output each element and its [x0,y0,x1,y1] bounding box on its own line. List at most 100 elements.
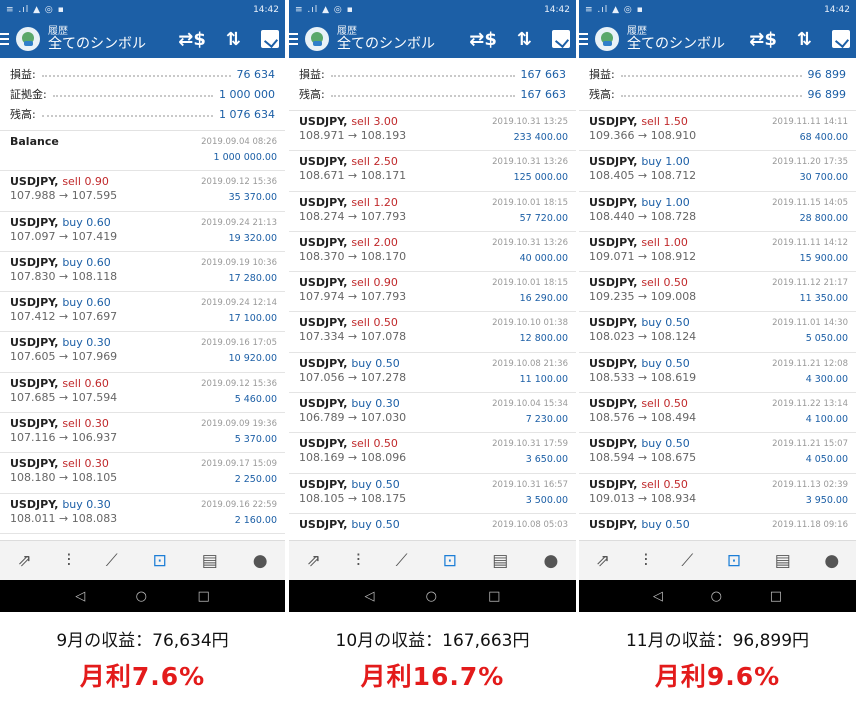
chat-icon[interactable]: ● [544,551,559,571]
calendar-icon[interactable] [552,30,570,48]
trade-row[interactable]: USDJPY, buy 0.60 107.830 → 108.118 2019.09… [0,252,285,293]
side-text: sell [351,155,370,169]
calendar-icon[interactable] [261,30,279,48]
trade-row[interactable]: USDJPY, sell 0.60 107.685 → 107.594 2019.0… [0,373,285,414]
symbol-text: USDJPY, [589,356,638,370]
symbol-text: USDJPY, [10,376,59,390]
trade-row[interactable]: USDJPY, buy 0.60 107.097 → 107.419 2019.09… [0,212,285,252]
history-icon[interactable]: ⊡ [443,551,457,571]
trade-row[interactable]: USDJPY, sell 0.50 109.235 → 109.008 2019.1… [579,272,856,313]
app-subtitle: 履歴 [627,25,647,37]
trade-row[interactable]: USDJPY, buy 1.00 108.440 → 108.728 2019.11… [579,192,856,232]
trade-side: sell 0.50 [641,276,688,289]
side-text: sell [62,376,81,390]
trade-row[interactable]: USDJPY, buy 0.60 107.412 → 107.697 2019.09… [0,292,285,333]
lot-text: 0.50 [663,397,688,411]
quotes-icon[interactable]: ⇗ [307,551,321,571]
calendar-icon[interactable] [832,30,850,48]
side-text: buy [351,397,372,411]
news-icon[interactable]: ▤ [492,551,508,571]
sort-icon[interactable]: ⇅ [517,29,532,50]
chart-icon[interactable]: ⫶ [356,551,360,571]
menu-icon[interactable] [289,33,301,45]
sort-icon[interactable]: ⇅ [797,29,812,50]
menu-icon[interactable] [579,33,591,45]
chat-icon[interactable]: ● [253,551,268,571]
trade-row[interactable]: USDJPY, sell 0.30 107.116 → 106.937 2019.0… [0,413,285,454]
symbol-text: USDJPY, [10,296,59,310]
app-bar: 履歴 全てのシンボル ⇄$ ⇅ [0,20,285,58]
trade-list: USDJPY, sell 0.90 107.988 → 107.595 2019.0… [0,171,285,534]
home-icon[interactable]: ○ [711,589,722,604]
trade-row[interactable]: USDJPY, buy 0.50 108.594 → 108.675 2019.11… [579,433,856,474]
history-icon[interactable]: ⊡ [153,551,167,571]
menu-icon[interactable] [0,33,12,45]
trade-row[interactable]: USDJPY, sell 0.50 108.169 → 108.096 2019.1… [289,433,576,474]
dollar-swap-icon[interactable]: ⇄$ [178,29,206,50]
summary-value: 96 899 [807,67,847,81]
trade-row[interactable]: USDJPY, buy 0.30 107.605 → 107.969 2019.09… [0,332,285,373]
history-icon[interactable]: ⊡ [727,551,741,571]
balance-amount: 1 000 000.00 [213,152,277,163]
trade-row[interactable]: USDJPY, sell 0.50 108.576 → 108.494 2019.1… [579,393,856,434]
chart-icon[interactable]: ⫶ [644,551,648,571]
news-icon[interactable]: ▤ [202,551,218,571]
back-icon[interactable]: ◁ [75,589,85,604]
trade-row[interactable]: USDJPY, sell 0.50 107.334 → 107.078 2019.1… [289,312,576,353]
chat-icon[interactable]: ● [824,551,839,571]
chart-icon[interactable]: ⫶ [67,551,71,571]
lot-text: 0.60 [86,296,111,310]
home-icon[interactable]: ○ [136,589,147,604]
trade-date: 2019.10.01 18:15 [492,278,568,289]
trade-icon[interactable]: ⟋ [106,551,118,571]
trade-icon[interactable]: ⟋ [681,551,693,571]
logo-icon [305,27,329,51]
lot-text: 0.50 [375,477,400,491]
trade-row[interactable]: USDJPY, sell 2.50 108.671 → 108.171 2019.1… [289,151,576,192]
recents-icon[interactable]: □ [197,589,209,604]
trade-icon[interactable]: ⟋ [396,551,408,571]
trade-row[interactable]: USDJPY, buy 0.50 108.533 → 108.619 2019.11… [579,353,856,394]
lot-text: 0.60 [86,215,111,229]
recents-icon[interactable]: □ [488,589,500,604]
status-bar: ≡ .ıl ▲ ◎ ▪ 14:42 [0,0,285,20]
trade-side: sell 0.50 [351,437,398,450]
trade-row[interactable]: USDJPY, buy 0.30 106.789 → 107.030 2019.10… [289,393,576,434]
trade-date: 2019.09.19 10:36 [201,257,277,268]
dollar-swap-icon[interactable]: ⇄$ [469,29,497,50]
status-left: ≡ .ıl ▲ ◎ ▪ [295,5,354,15]
quotes-icon[interactable]: ⇗ [596,551,610,571]
sort-icon[interactable]: ⇅ [226,29,241,50]
trade-profit: 40 000.00 [519,252,568,264]
symbol-text: USDJPY, [299,356,348,370]
dollar-swap-icon[interactable]: ⇄$ [749,29,777,50]
trade-row[interactable]: USDJPY, sell 0.30 108.180 → 108.105 2019.0… [0,453,285,494]
trade-profit: 12 800.00 [519,333,568,345]
side-text: buy [641,155,662,169]
summary-row: 証拠金: 1 000 000 [10,84,275,104]
symbol-text: USDJPY, [299,397,348,411]
trade-row[interactable]: USDJPY, sell 1.50 109.366 → 108.910 2019.1… [579,111,856,152]
trade-row[interactable]: USDJPY, buy 0.50 108.023 → 108.124 2019.11… [579,312,856,353]
home-icon[interactable]: ○ [426,589,437,604]
quotes-icon[interactable]: ⇗ [17,551,31,571]
trade-row[interactable]: USDJPY, buy 0.50 107.056 → 107.278 2019.10… [289,353,576,394]
trade-row[interactable]: USDJPY, buy 1.00 108.405 → 108.712 2019.11… [579,151,856,192]
trade-row[interactable]: USDJPY, sell 0.90 107.974 → 107.793 2019.1… [289,272,576,313]
trade-row[interactable]: USDJPY, buy 0.30 108.011 → 108.083 2019.09… [0,494,285,534]
trade-row[interactable]: USDJPY, sell 0.90 107.988 → 107.595 2019.0… [0,171,285,212]
trade-row[interactable]: USDJPY, sell 1.00 109.071 → 108.912 2019.1… [579,232,856,273]
trade-row[interactable]: USDJPY, sell 3.00 108.971 → 108.193 2019.1… [289,111,576,152]
lot-text: 0.50 [665,517,690,531]
back-icon[interactable]: ◁ [653,589,663,604]
trade-row[interactable]: USDJPY, buy 0.50 108.105 → 108.175 2019.10… [289,474,576,514]
news-icon[interactable]: ▤ [775,551,791,571]
trade-row[interactable]: USDJPY, sell 1.20 108.274 → 107.793 2019.1… [289,192,576,232]
trade-row[interactable]: USDJPY, sell 0.50 109.013 → 108.934 2019.1… [579,474,856,514]
balance-row[interactable]: Balance 2019.09.04 08:26 1 000 000.00 [0,131,285,172]
back-icon[interactable]: ◁ [365,589,375,604]
trade-row[interactable]: USDJPY, sell 2.00 108.370 → 108.170 2019.1… [289,232,576,273]
recents-icon[interactable]: □ [770,589,782,604]
side-text: sell [641,115,660,128]
trade-side: sell 0.50 [641,397,688,410]
